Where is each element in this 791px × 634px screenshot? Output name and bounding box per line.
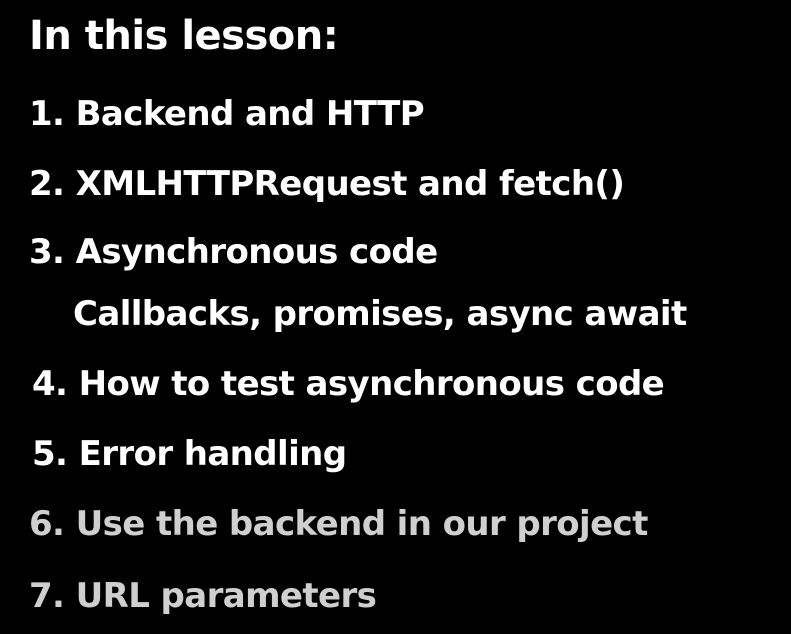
lesson-item-4: 4. How to test asynchronous code — [32, 364, 665, 404]
lesson-slide: In this lesson: 1. Backend and HTTP 2. X… — [0, 0, 791, 634]
lesson-item-5: 5. Error handling — [32, 434, 347, 474]
lesson-item-1: 1. Backend and HTTP — [29, 94, 425, 134]
slide-title: In this lesson: — [29, 13, 339, 59]
lesson-item-3: 3. Asynchronous code — [29, 232, 438, 272]
lesson-item-2: 2. XMLHTTPRequest and fetch() — [29, 164, 625, 204]
lesson-item-6: 6. Use the backend in our project — [29, 504, 648, 544]
lesson-item-3-subtext: Callbacks, promises, async await — [73, 294, 687, 334]
lesson-item-7: 7. URL parameters — [29, 576, 377, 616]
